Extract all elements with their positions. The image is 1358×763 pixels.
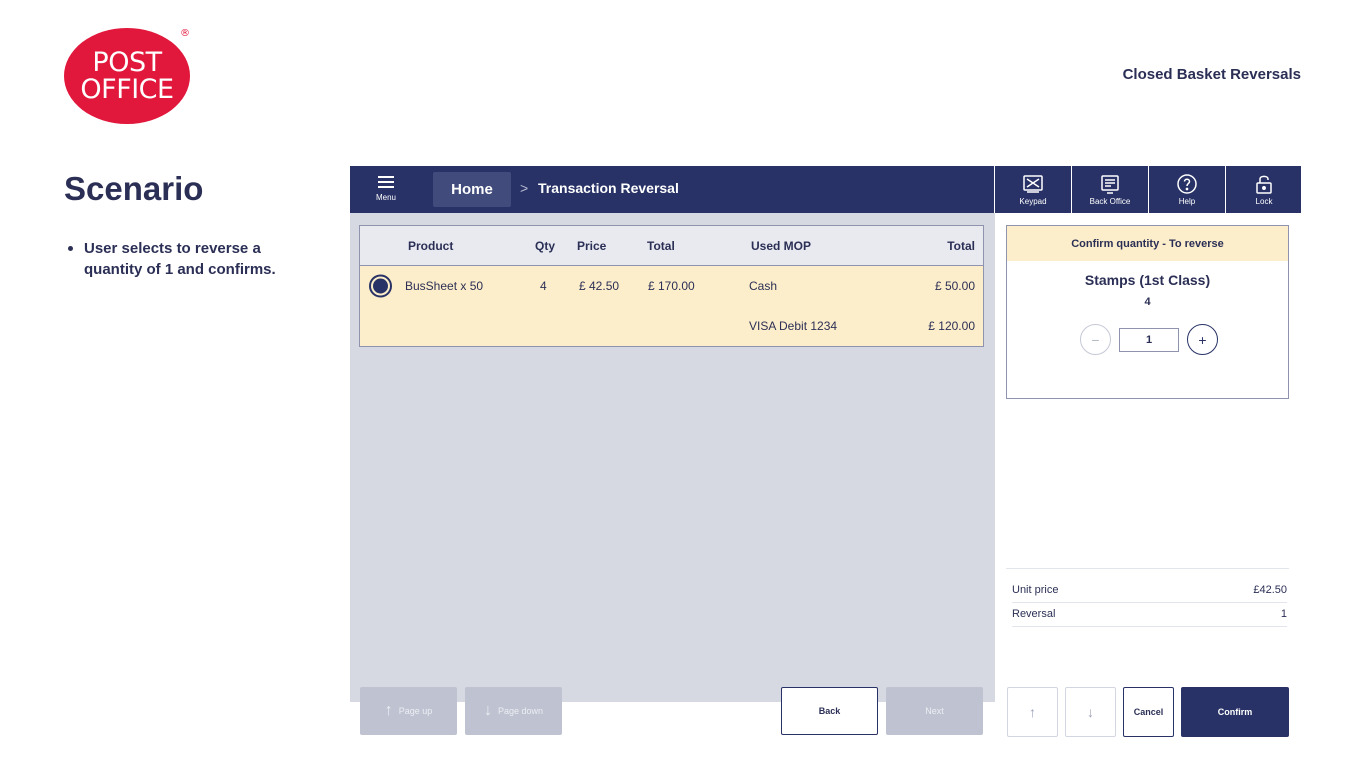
cell-mop-total: £ 50.00	[934, 279, 975, 293]
page-down-label: Page down	[497, 706, 544, 716]
next-button[interactable]: Next	[886, 687, 983, 735]
header-mop-total: Total	[947, 238, 975, 253]
logo-badge: POST OFFICE	[64, 28, 190, 124]
cell-price: £ 42.50	[579, 279, 620, 293]
transaction-table: Product Qty Price Total Used MOP Total B…	[359, 225, 984, 347]
confirm-button[interactable]: Confirm	[1181, 687, 1289, 737]
cell-mop: VISA Debit 1234	[749, 319, 838, 333]
header-total: Total	[647, 238, 675, 253]
help-button[interactable]: Help	[1148, 166, 1225, 213]
help-label: Help	[1178, 197, 1196, 206]
quantity-input[interactable]	[1119, 328, 1179, 352]
unit-price-value: £42.50	[1253, 584, 1287, 596]
reversal-row: Reversal 1	[1012, 603, 1287, 627]
chevron-right-icon: >	[520, 180, 529, 196]
registered-mark: ®	[180, 28, 190, 39]
back-button[interactable]: Back	[781, 687, 878, 735]
keypad-button[interactable]: Keypad	[994, 166, 1071, 213]
header-product: Product	[408, 238, 454, 253]
arrow-up-icon: ↑	[384, 702, 393, 719]
unit-price-row: Unit price £42.50	[1012, 579, 1287, 603]
lock-label: Lock	[1255, 197, 1273, 206]
increment-button[interactable]: +	[1187, 324, 1218, 355]
available-quantity: 4	[1144, 296, 1151, 308]
top-nav-bar: Menu Home > Transaction Reversal Keypad …	[350, 166, 1301, 213]
transaction-list-pane: Product Qty Price Total Used MOP Total B…	[350, 213, 995, 735]
keypad-label: Keypad	[1019, 197, 1047, 206]
hamburger-icon	[378, 176, 394, 188]
back-office-icon	[1101, 175, 1119, 194]
scroll-up-button[interactable]: ↑	[1007, 687, 1058, 737]
arrow-down-icon: ↓	[1087, 704, 1094, 720]
top-icon-group: Keypad Back Office Help Lock	[994, 166, 1302, 213]
page-up-button[interactable]: ↑ Page up	[360, 687, 457, 735]
reversal-label: Reversal	[1012, 608, 1056, 620]
table-row[interactable]: BusSheet x 50 4 £ 42.50 £ 170.00 Cash £ …	[360, 266, 983, 306]
header-qty: Qty	[535, 238, 556, 253]
arrow-down-icon: ↓	[483, 702, 492, 719]
header-price: Price	[577, 238, 607, 253]
back-office-button[interactable]: Back Office	[1071, 166, 1148, 213]
help-icon	[1177, 174, 1197, 194]
confirm-quantity-pane: Confirm quantity - To reverse Stamps (1s…	[995, 213, 1301, 737]
arrow-up-icon: ↑	[1029, 704, 1036, 720]
lock-button[interactable]: Lock	[1225, 166, 1302, 213]
home-button[interactable]: Home	[433, 172, 511, 207]
cell-mop-total: £ 120.00	[928, 319, 975, 333]
scenario-title: Scenario	[64, 170, 204, 207]
confirm-quantity-card: Confirm quantity - To reverse Stamps (1s…	[1006, 225, 1289, 399]
breadcrumb-current: Transaction Reversal	[538, 180, 679, 196]
reversal-value: 1	[1280, 608, 1287, 620]
post-office-logo: POST OFFICE ®	[64, 28, 190, 124]
page-up-label: Page up	[398, 706, 433, 716]
decrement-button[interactable]: −	[1080, 324, 1111, 355]
header-used-mop: Used MOP	[751, 238, 812, 253]
menu-label: Menu	[375, 193, 396, 202]
menu-button[interactable]: Menu	[368, 174, 404, 206]
scenario-list: User selects to reverse a quantity of 1 …	[66, 238, 316, 280]
unit-price-label: Unit price	[1012, 584, 1059, 596]
logo-line-2: OFFICE	[80, 74, 174, 105]
product-name: Stamps (1st Class)	[1084, 272, 1211, 288]
keypad-icon	[1023, 175, 1043, 193]
cancel-button[interactable]: Cancel	[1123, 687, 1174, 737]
page-down-button[interactable]: ↓ Page down	[465, 687, 562, 735]
row-select-radio[interactable]	[369, 274, 392, 298]
back-office-label: Back Office	[1089, 197, 1131, 206]
scenario-bullet: User selects to reverse a quantity of 1 …	[66, 238, 316, 280]
lock-icon	[1256, 175, 1272, 194]
table-row: VISA Debit 1234 £ 120.00	[360, 306, 983, 346]
cell-product: BusSheet x 50	[405, 279, 484, 293]
table-body: BusSheet x 50 4 £ 42.50 £ 170.00 Cash £ …	[360, 266, 983, 346]
table-header: Product Qty Price Total Used MOP Total	[360, 226, 983, 266]
cell-mop: Cash	[749, 279, 778, 293]
pos-app-window: Menu Home > Transaction Reversal Keypad …	[350, 166, 1301, 737]
summary-divider	[1006, 568, 1289, 569]
scroll-down-button[interactable]: ↓	[1065, 687, 1116, 737]
confirm-card-header: Confirm quantity - To reverse	[1007, 226, 1288, 261]
cell-qty: 4	[540, 279, 547, 293]
cell-total: £ 170.00	[648, 279, 695, 293]
logo-line-1: POST	[92, 47, 162, 78]
quantity-stepper: − +	[1080, 324, 1218, 356]
page-title: Closed Basket Reversals	[1122, 66, 1301, 83]
